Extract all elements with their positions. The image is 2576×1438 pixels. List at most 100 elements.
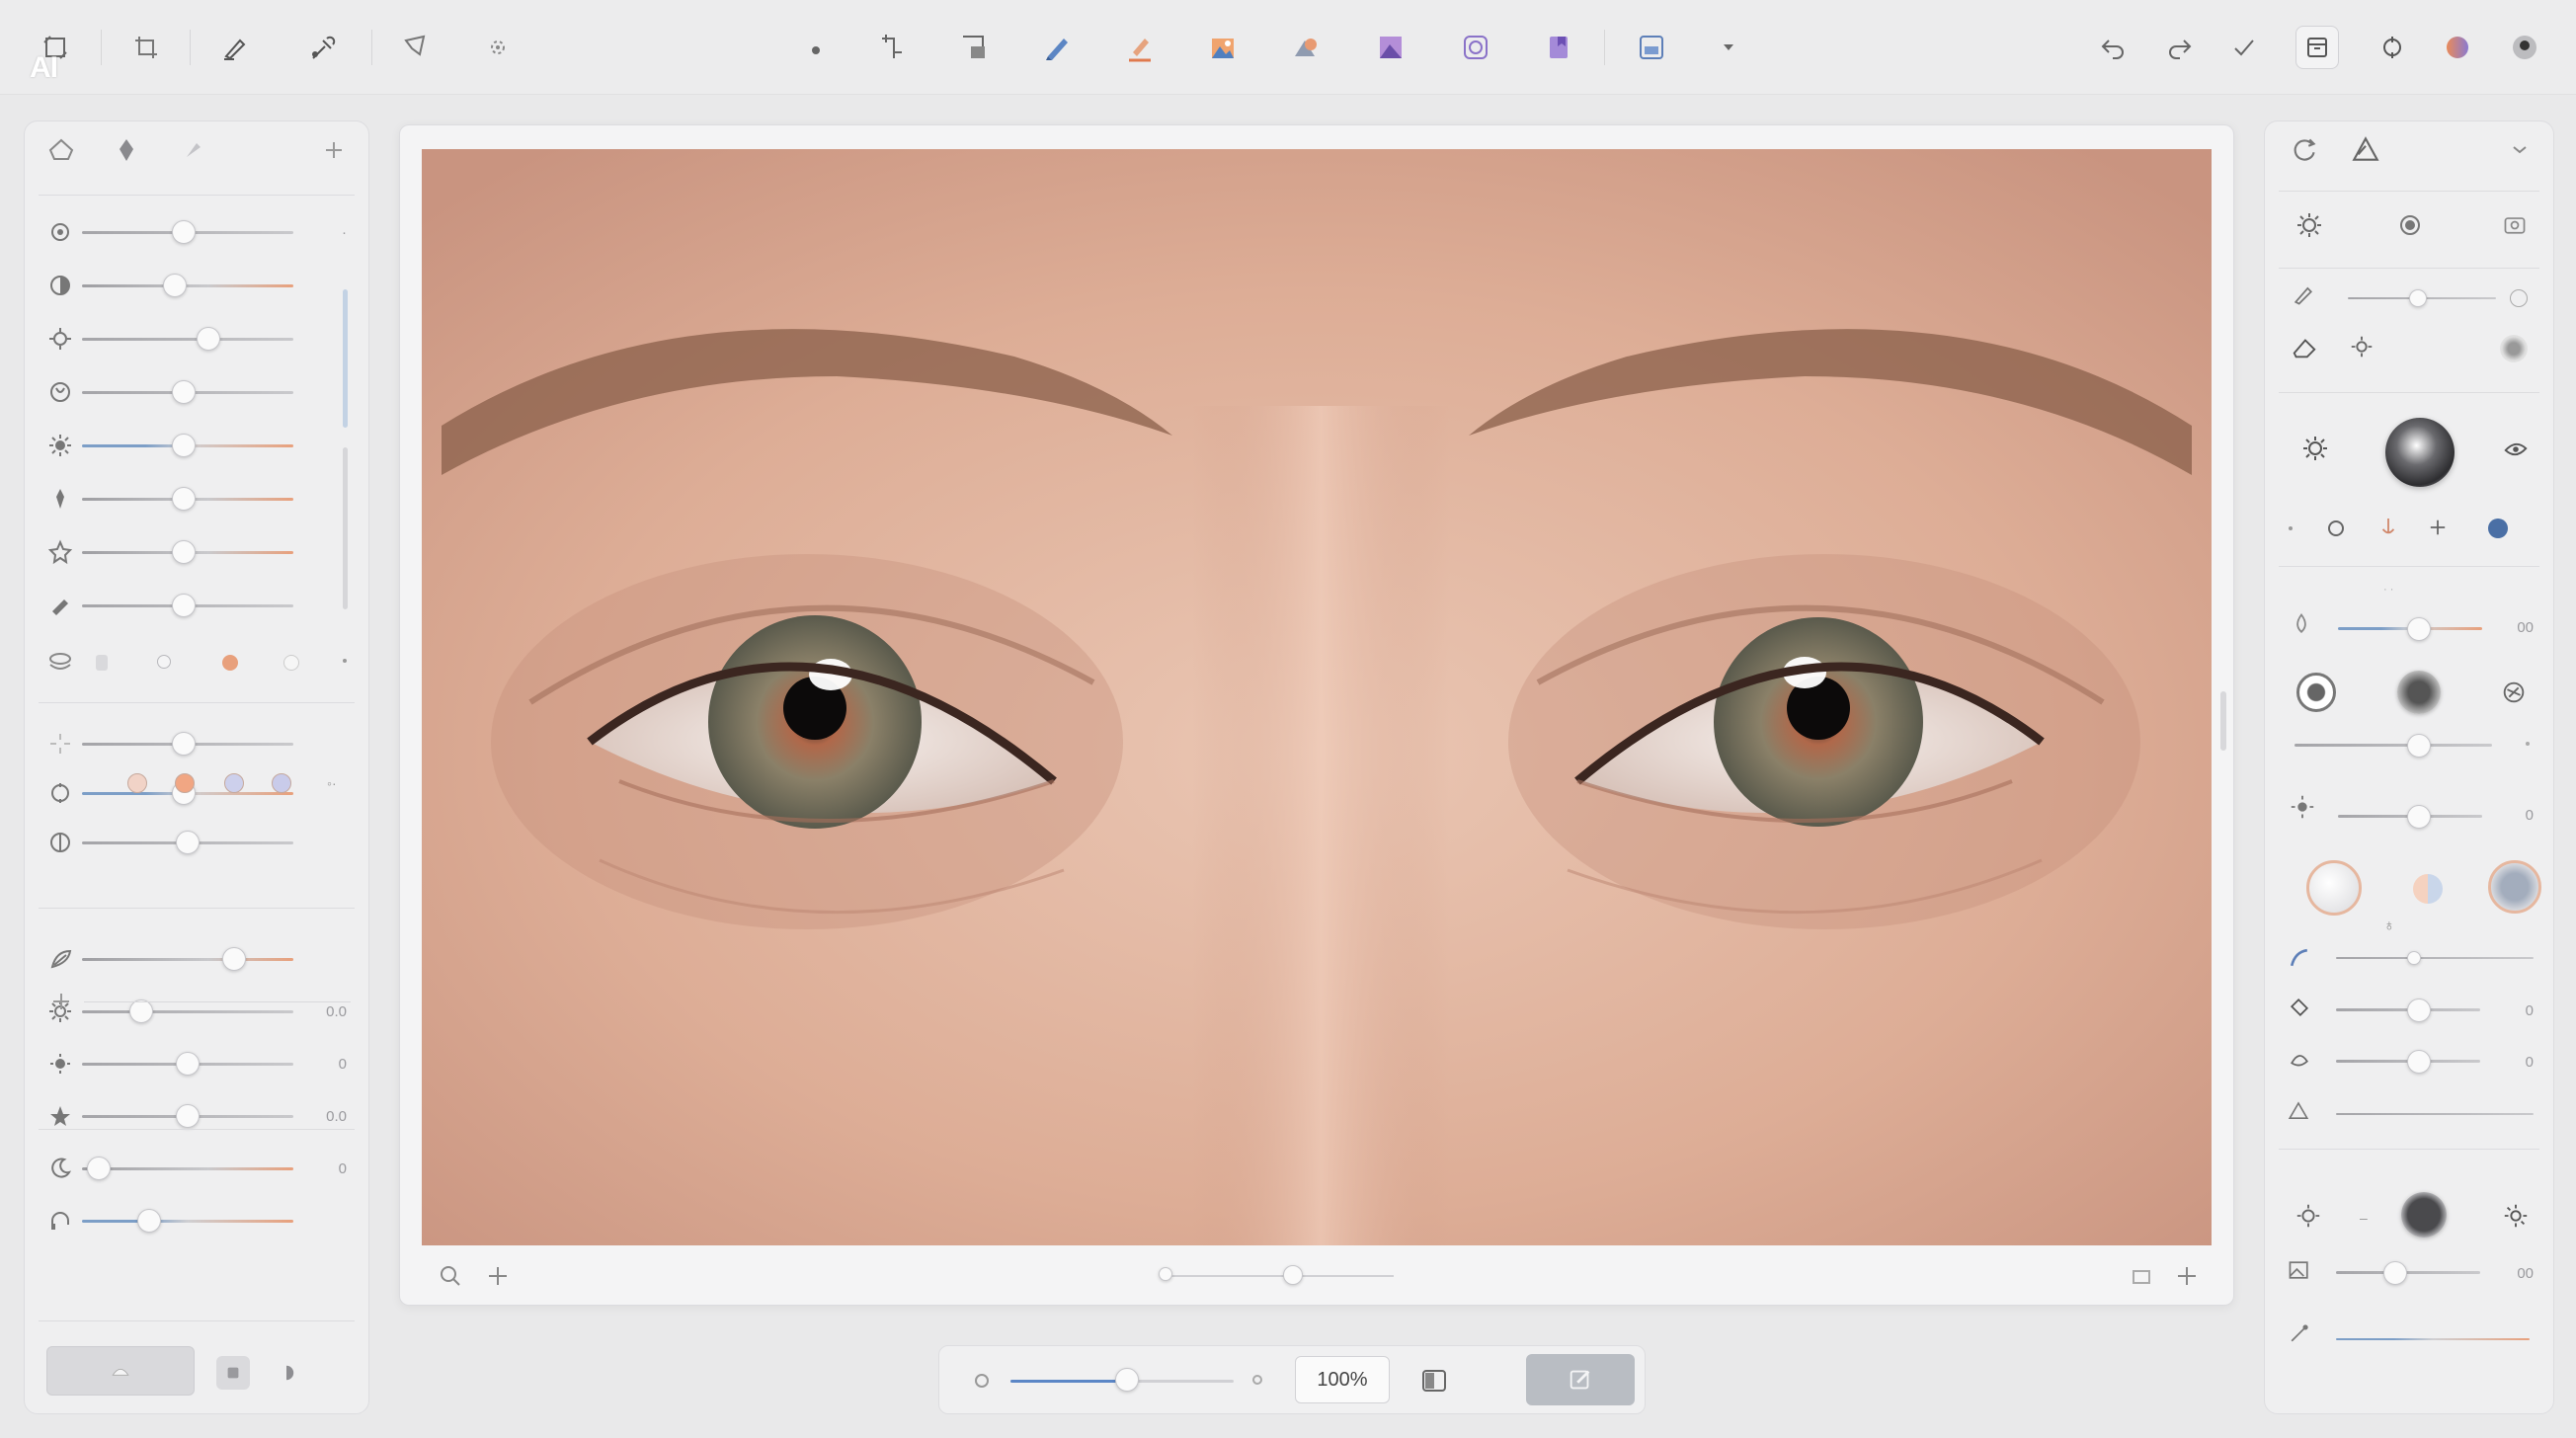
canvas-scrollbar[interactable] bbox=[2220, 691, 2226, 751]
aperture-icon[interactable] bbox=[2395, 210, 2425, 245]
dot-small[interactable] bbox=[2289, 526, 2293, 530]
brush-preset-2[interactable] bbox=[157, 655, 171, 669]
bucket-slider-handle[interactable] bbox=[2407, 999, 2431, 1022]
square-button[interactable] bbox=[216, 1356, 250, 1390]
temperature-icon[interactable] bbox=[46, 432, 74, 459]
wand-icon[interactable] bbox=[2287, 1320, 2312, 1351]
marker-tool-button[interactable] bbox=[1118, 26, 1162, 69]
sun-light-icon[interactable] bbox=[2300, 434, 2330, 468]
ring-orb-2[interactable] bbox=[2397, 671, 2441, 714]
slider-handle[interactable] bbox=[128, 999, 153, 1023]
curve-slider-track[interactable] bbox=[2336, 957, 2534, 959]
mask-button[interactable] bbox=[46, 1346, 195, 1396]
slider-handle[interactable] bbox=[171, 732, 196, 756]
slider-handle[interactable] bbox=[171, 540, 196, 564]
brush-preset-more[interactable] bbox=[343, 659, 347, 663]
collapse-icon[interactable] bbox=[2510, 141, 2530, 157]
brush-preset-3[interactable] bbox=[222, 655, 238, 671]
brush-preview[interactable] bbox=[2500, 335, 2528, 362]
mix-icon[interactable] bbox=[2287, 1046, 2312, 1077]
mix-slider-handle[interactable] bbox=[2407, 1050, 2431, 1074]
pencil-toggle[interactable] bbox=[2510, 289, 2528, 307]
crosshair-icon[interactable] bbox=[2429, 519, 2447, 541]
triangle-icon[interactable] bbox=[2287, 1099, 2310, 1128]
slider-handle[interactable] bbox=[171, 594, 196, 617]
slider-handle[interactable] bbox=[171, 487, 196, 511]
zoom-slider-handle[interactable] bbox=[1114, 1368, 1139, 1392]
home-icon[interactable] bbox=[46, 135, 76, 165]
ring-option[interactable] bbox=[2328, 520, 2344, 536]
pencil-icon[interactable] bbox=[2291, 281, 2316, 312]
brush-preset-1[interactable] bbox=[96, 655, 108, 671]
star-icon[interactable] bbox=[46, 1102, 74, 1130]
slider-track[interactable] bbox=[82, 1010, 293, 1013]
shapes-tool-button[interactable] bbox=[1284, 26, 1328, 69]
drop-slider-handle[interactable] bbox=[2407, 617, 2431, 641]
compare-view-button[interactable] bbox=[1419, 1366, 1449, 1396]
image-tool-button[interactable] bbox=[1201, 26, 1245, 69]
refresh-icon[interactable] bbox=[2289, 133, 2320, 165]
anchor-icon[interactable] bbox=[2379, 517, 2397, 543]
blend-slider-handle[interactable] bbox=[2407, 734, 2431, 758]
gallery-slider-track[interactable] bbox=[2336, 1271, 2480, 1274]
exposure-icon[interactable] bbox=[46, 218, 74, 246]
bucket-icon[interactable] bbox=[2287, 995, 2312, 1025]
saturation-icon[interactable] bbox=[46, 592, 74, 619]
slider-track[interactable] bbox=[82, 1167, 293, 1170]
shadows-icon[interactable] bbox=[46, 378, 74, 406]
prism-icon[interactable] bbox=[2350, 133, 2381, 165]
slider-track[interactable] bbox=[82, 338, 293, 341]
swatch-3[interactable] bbox=[224, 773, 244, 793]
drop-icon[interactable] bbox=[2289, 611, 2314, 642]
sparkle-adjust-icon[interactable] bbox=[2348, 333, 2375, 365]
half-circle-button[interactable] bbox=[270, 1356, 303, 1390]
glow-slider-handle[interactable] bbox=[2407, 805, 2431, 829]
export-button[interactable] bbox=[2295, 26, 2339, 69]
crop-tool-button[interactable] bbox=[124, 26, 168, 69]
slider-handle[interactable] bbox=[171, 380, 196, 404]
plus-icon[interactable] bbox=[485, 1263, 511, 1289]
texture-icon[interactable] bbox=[2500, 679, 2528, 711]
slider-handle[interactable] bbox=[176, 1052, 200, 1076]
heal-tool-button[interactable] bbox=[476, 26, 520, 69]
triangle-slider-track[interactable] bbox=[2336, 1113, 2534, 1115]
slider-handle[interactable] bbox=[171, 434, 196, 457]
slider-handle[interactable] bbox=[87, 1157, 112, 1180]
transform-tool-button[interactable] bbox=[869, 26, 913, 69]
curve-icon[interactable] bbox=[2287, 945, 2312, 976]
tint-icon[interactable] bbox=[46, 485, 74, 513]
swatch-1[interactable] bbox=[127, 773, 147, 793]
cool-tone-orb[interactable] bbox=[2488, 860, 2541, 914]
timeline-handle[interactable] bbox=[1283, 1265, 1303, 1285]
sun-bottom-icon[interactable] bbox=[2294, 1202, 2322, 1235]
skin-tone-orb[interactable] bbox=[2306, 860, 2362, 916]
sun-right-icon[interactable] bbox=[2502, 1202, 2530, 1235]
gallery-icon[interactable] bbox=[2287, 1257, 2312, 1288]
tone-split-orb[interactable] bbox=[2413, 874, 2443, 904]
zoom-in-icon[interactable] bbox=[438, 1263, 463, 1289]
contrast-icon[interactable] bbox=[46, 272, 74, 299]
erase-icon[interactable] bbox=[2291, 333, 2318, 365]
apply-button[interactable] bbox=[2222, 26, 2266, 69]
slider-handle[interactable] bbox=[197, 327, 221, 351]
add-adjustment-icon[interactable] bbox=[319, 135, 349, 165]
blend-more[interactable] bbox=[2526, 742, 2530, 746]
slider-track[interactable] bbox=[82, 284, 293, 287]
pencil-slider-handle[interactable] bbox=[2409, 289, 2427, 307]
undo-button[interactable] bbox=[2092, 26, 2135, 69]
moon-icon[interactable] bbox=[46, 1155, 74, 1182]
ring-orb-1[interactable] bbox=[2296, 673, 2336, 712]
zoom-level-input[interactable]: 100% bbox=[1295, 1356, 1390, 1403]
slider-handle[interactable] bbox=[171, 220, 196, 244]
brush-tool-button[interactable] bbox=[213, 26, 257, 69]
circle-mask-button[interactable] bbox=[1454, 26, 1497, 69]
sun-adjust-icon[interactable] bbox=[2294, 210, 2324, 245]
compass-button[interactable] bbox=[2371, 26, 2414, 69]
wand-slider-track[interactable] bbox=[2336, 1338, 2530, 1340]
slider-handle[interactable] bbox=[176, 831, 200, 854]
timeline-start-handle[interactable] bbox=[1159, 1267, 1172, 1281]
eyedropper-tool-button[interactable] bbox=[300, 26, 344, 69]
sun-small-icon[interactable] bbox=[46, 1050, 74, 1078]
feather-icon[interactable] bbox=[46, 945, 74, 973]
more-tools-dropdown[interactable] bbox=[1707, 26, 1750, 69]
